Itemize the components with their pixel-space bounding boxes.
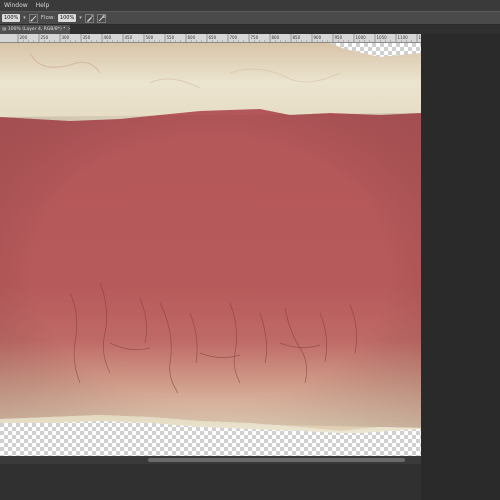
ruler-label: 950 [335, 35, 343, 40]
menu-bar: Window Help [0, 0, 500, 11]
ruler-label: 550 [167, 35, 175, 40]
document-tab[interactable]: @ 100% (Layer 4, RGB/8*) * × [0, 25, 70, 34]
menu-item-window[interactable]: Window [4, 0, 28, 11]
ruler-label: 450 [125, 35, 133, 40]
menu-item-help[interactable]: Help [36, 0, 50, 11]
close-icon[interactable]: × [67, 27, 70, 32]
ruler-label: 1100 [398, 35, 409, 40]
canvas-area[interactable] [0, 43, 421, 456]
tool-options-bar: 100% ▾ Flow: 100% ▾ [0, 11, 500, 25]
document-tab-title: @ 100% (Layer 4, RGB/8*) * [2, 27, 66, 32]
ruler-label: 750 [251, 35, 259, 40]
flow-dropdown-caret[interactable]: ▾ [79, 15, 82, 21]
horizontal-scrollbar[interactable] [0, 456, 421, 464]
airbrush-icon[interactable] [84, 13, 94, 23]
ruler-label: 850 [293, 35, 301, 40]
ruler-label: 600 [188, 35, 196, 40]
ruler-label: 300 [62, 35, 70, 40]
right-panel [421, 34, 500, 500]
flow-value-field[interactable]: 100% [57, 14, 77, 22]
ruler-label: 250 [41, 35, 49, 40]
ruler-label: 500 [146, 35, 154, 40]
ruler-label: 700 [230, 35, 238, 40]
ruler-label: 1000 [356, 35, 367, 40]
opacity-value-field[interactable]: 100% [2, 14, 21, 22]
document-tab-bar: @ 100% (Layer 4, RGB/8*) * × [0, 25, 500, 34]
scrollbar-thumb[interactable] [148, 458, 405, 462]
ruler-label: 350 [83, 35, 91, 40]
status-bar [0, 464, 421, 500]
ruler-label: 400 [104, 35, 112, 40]
skin-top-strip [0, 43, 421, 121]
pressure-size-icon[interactable] [96, 13, 106, 23]
flow-label: Flow: [40, 15, 55, 21]
ruler-label: 200 [20, 35, 28, 40]
ruler-label: 900 [314, 35, 322, 40]
ruler-label: 1050 [377, 35, 388, 40]
ruler-ticks: 200 250 300 350 400 450 500 550 600 650 700 750 800 8… [17, 34, 421, 42]
opacity-dropdown-caret[interactable]: ▾ [23, 15, 26, 21]
ruler-label: 800 [272, 35, 280, 40]
horizontal-ruler: 200 250 300 350 400 450 500 550 600 650 700 750 800 8… [0, 34, 421, 43]
pressure-opacity-icon[interactable] [29, 13, 38, 23]
layer-artwork [0, 43, 421, 433]
document-canvas[interactable] [0, 43, 421, 456]
ruler-label: 650 [209, 35, 217, 40]
